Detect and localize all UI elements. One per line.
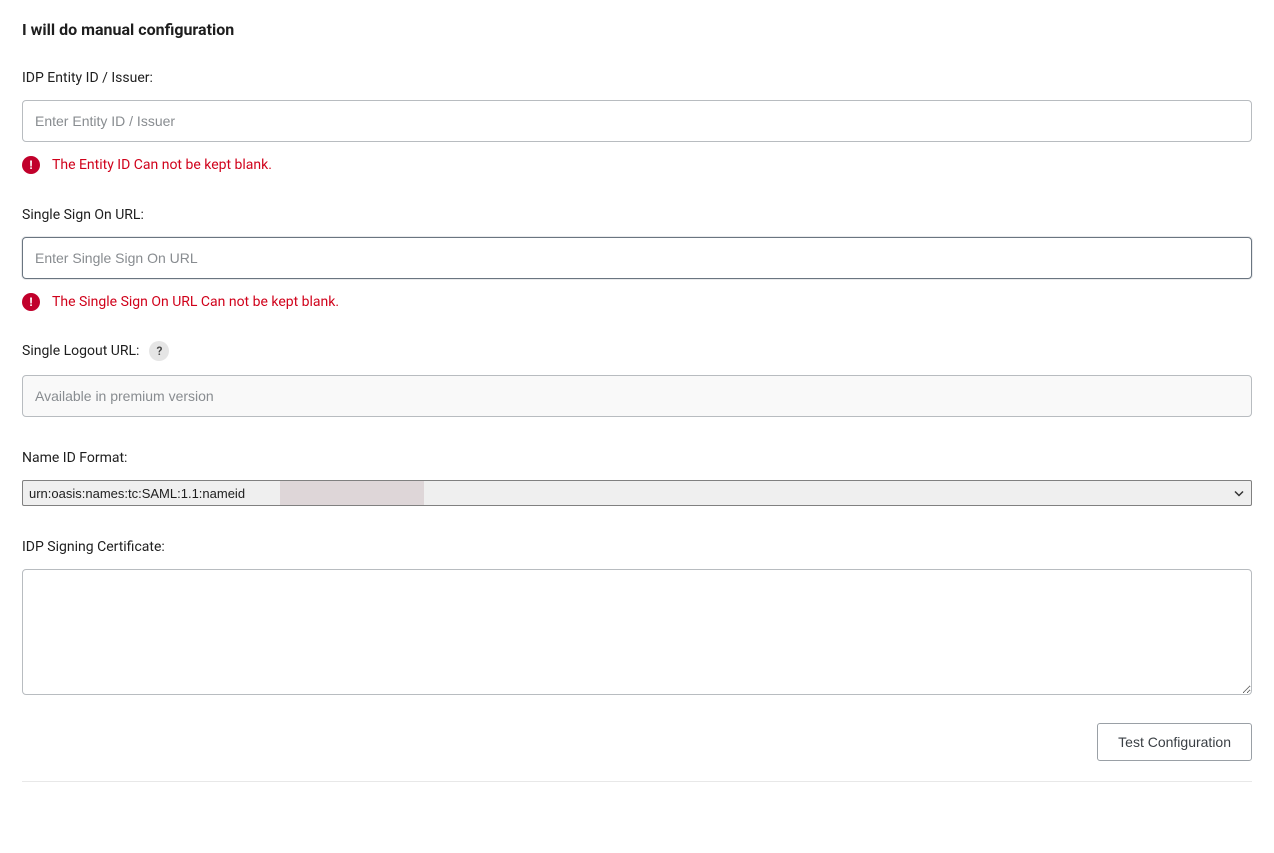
manual-config-form: I will do manual configuration IDP Entit… <box>22 20 1252 782</box>
sso-url-error: ! The Single Sign On URL Can not be kept… <box>22 293 1252 311</box>
entity-id-error-text: The Entity ID Can not be kept blank. <box>52 157 272 173</box>
sso-url-error-text: The Single Sign On URL Can not be kept b… <box>52 294 339 310</box>
entity-id-input[interactable] <box>22 100 1252 142</box>
alert-icon: ! <box>22 156 40 174</box>
nameid-format-select[interactable]: urn:oasis:names:tc:SAML:1.1:nameid <box>22 480 1252 506</box>
action-row: Test Configuration <box>22 723 1252 761</box>
divider <box>22 781 1252 782</box>
field-nameid-format: Name ID Format: urn:oasis:names:tc:SAML:… <box>22 447 1252 506</box>
help-icon[interactable]: ? <box>149 341 169 361</box>
slo-url-label: Single Logout URL: <box>22 343 139 359</box>
slo-url-input[interactable] <box>22 375 1252 417</box>
nameid-format-label: Name ID Format: <box>22 450 127 466</box>
entity-id-label: IDP Entity ID / Issuer: <box>22 70 153 86</box>
field-slo-url: Single Logout URL: ? <box>22 341 1252 417</box>
signing-cert-textarea[interactable] <box>22 569 1252 695</box>
sso-url-input[interactable] <box>22 237 1252 279</box>
field-entity-id: IDP Entity ID / Issuer: ! The Entity ID … <box>22 67 1252 174</box>
alert-icon: ! <box>22 293 40 311</box>
entity-id-error: ! The Entity ID Can not be kept blank. <box>22 156 1252 174</box>
section-title: I will do manual configuration <box>22 20 1252 39</box>
test-configuration-button[interactable]: Test Configuration <box>1097 723 1252 761</box>
signing-cert-label: IDP Signing Certificate: <box>22 539 165 555</box>
field-signing-cert: IDP Signing Certificate: <box>22 536 1252 699</box>
sso-url-label: Single Sign On URL: <box>22 207 144 223</box>
field-sso-url: Single Sign On URL: ! The Single Sign On… <box>22 204 1252 311</box>
